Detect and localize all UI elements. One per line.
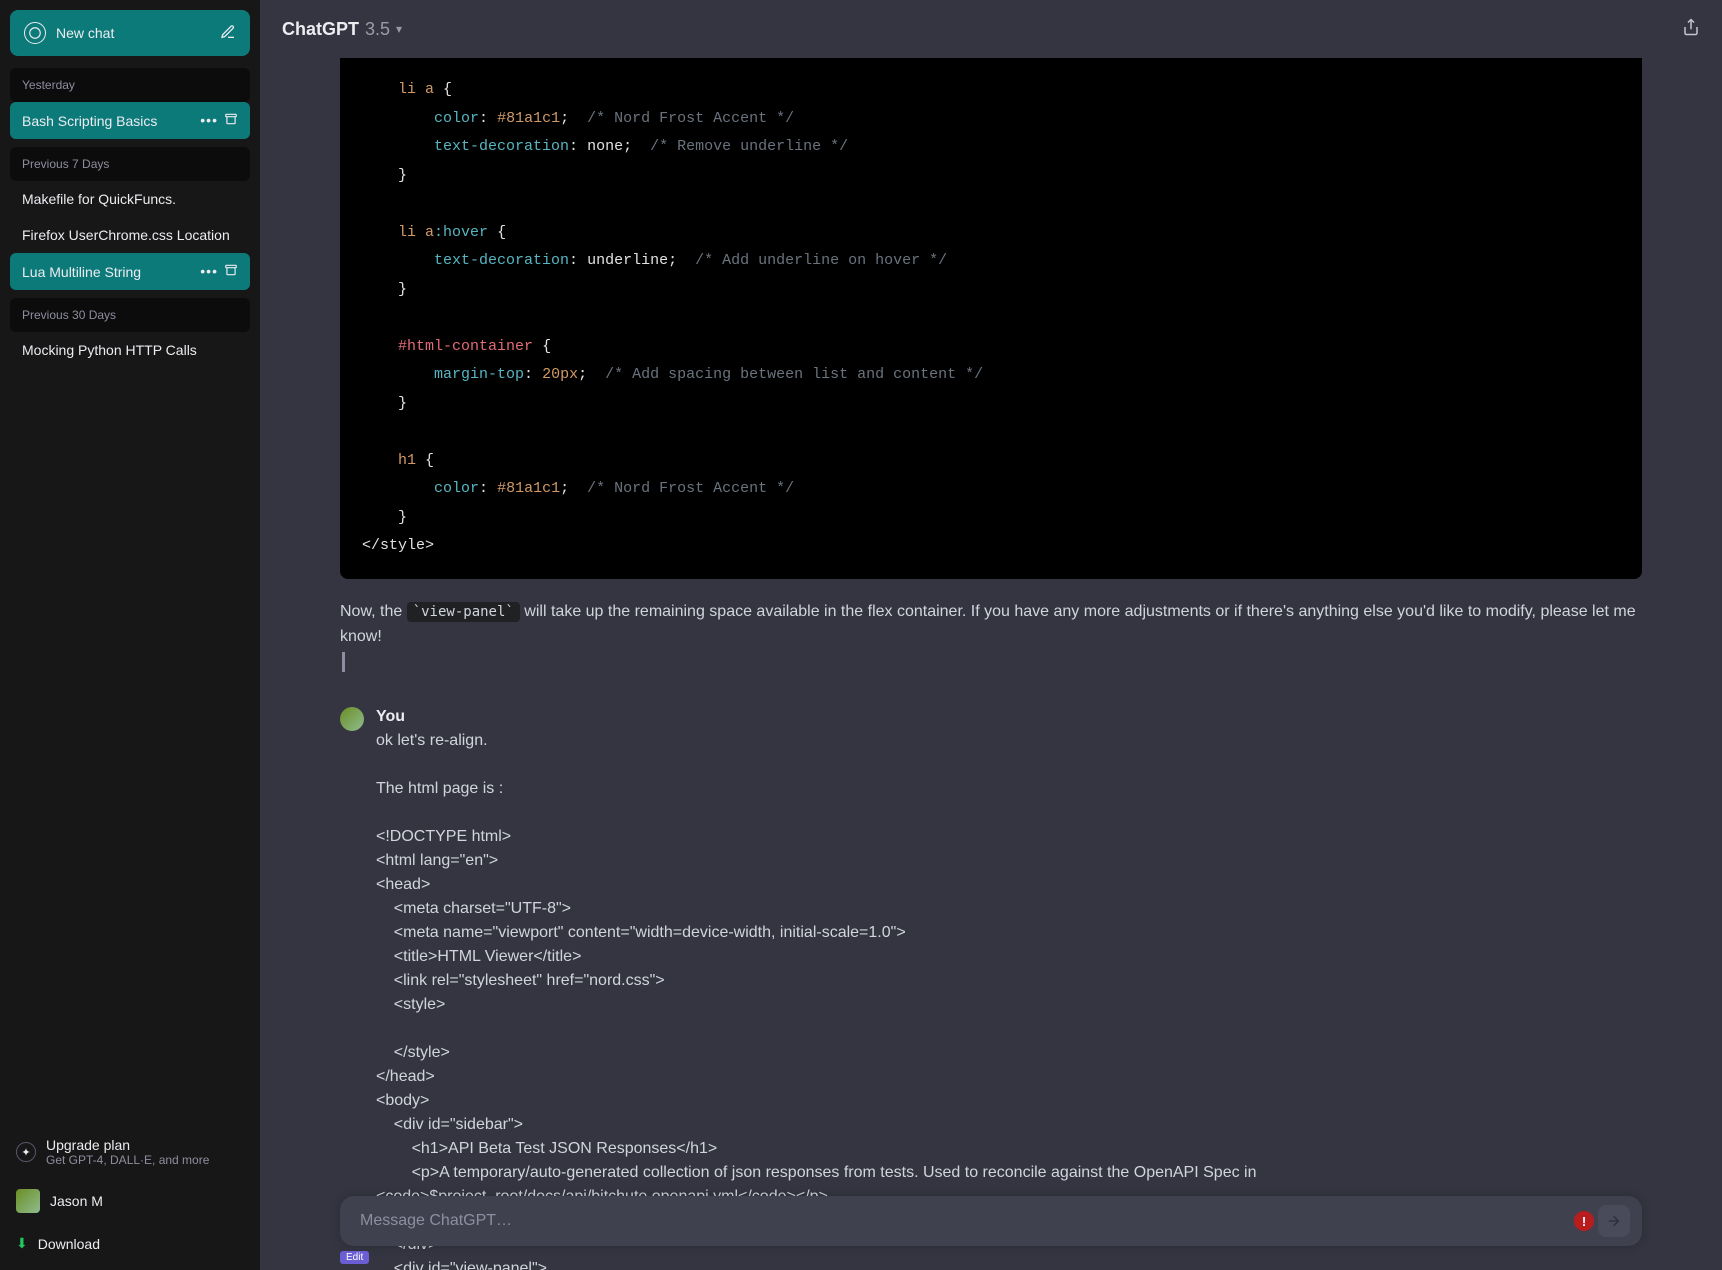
user-label: You: [376, 705, 1642, 729]
user-message-line: <meta charset="UTF-8">: [376, 897, 1642, 921]
sidebar-chat-item[interactable]: Firefox UserChrome.css Location: [10, 217, 250, 253]
user-message-line: ok let's re-align.: [376, 729, 1642, 753]
model-version[interactable]: 3.5: [365, 19, 390, 40]
user-message-line: <head>: [376, 873, 1642, 897]
header: ChatGPT 3.5 ▾: [260, 0, 1722, 58]
sidebar-chat-label: Firefox UserChrome.css Location: [22, 227, 238, 243]
user-message-line: <meta name="viewport" content="width=dev…: [376, 921, 1642, 945]
user-avatar-icon: [16, 1189, 40, 1213]
new-chat-button[interactable]: New chat: [10, 10, 250, 56]
download-label: Download: [38, 1236, 100, 1252]
upgrade-title: Upgrade plan: [46, 1137, 209, 1153]
sidebar-chat-label: Makefile for QuickFuncs.: [22, 191, 238, 207]
code-block[interactable]: li a { color: #81a1c1; /* Nord Frost Acc…: [340, 58, 1642, 579]
user-message-line: The html page is :: [376, 777, 1642, 801]
main-panel: ChatGPT 3.5 ▾ li a { color: #81a1c1; /* …: [260, 0, 1722, 1270]
sidebar-chat-label: Lua Multiline String: [22, 264, 194, 280]
user-message-line: <h1>API Beta Test JSON Responses</h1>: [376, 1137, 1642, 1161]
send-button[interactable]: [1598, 1205, 1630, 1237]
download-arrow-icon: ⬇: [16, 1235, 28, 1252]
conversation-scroll[interactable]: li a { color: #81a1c1; /* Nord Frost Acc…: [260, 58, 1722, 1270]
edit-mode-badge: Edit: [340, 1251, 369, 1264]
user-name: Jason M: [50, 1193, 103, 1209]
sidebar-chat-label: Bash Scripting Basics: [22, 113, 194, 129]
new-chat-label: New chat: [56, 25, 114, 41]
archive-icon[interactable]: [224, 112, 238, 129]
warning-badge-icon[interactable]: !: [1574, 1211, 1594, 1231]
upgrade-subtitle: Get GPT-4, DALL·E, and more: [46, 1153, 209, 1167]
sidebar-section-header: Yesterday: [10, 68, 250, 102]
user-message-line: <html lang="en">: [376, 849, 1642, 873]
sidebar-section-header: Previous 7 Days: [10, 147, 250, 181]
user-message-line: <style>: [376, 993, 1642, 1017]
user-message-line: <div id="view-panel">: [376, 1257, 1642, 1270]
user-message-line: [376, 1017, 1642, 1041]
user-message-line: <title>HTML Viewer</title>: [376, 945, 1642, 969]
user-message: You ok let's re-align. The html page is …: [340, 705, 1642, 1270]
user-message-line: [376, 753, 1642, 777]
share-icon[interactable]: [1682, 18, 1700, 41]
message-input[interactable]: [360, 1212, 1590, 1230]
chevron-down-icon[interactable]: ▾: [396, 22, 402, 36]
text-cursor: [342, 652, 345, 672]
download-button[interactable]: ⬇ Download: [10, 1227, 250, 1260]
sidebar-footer: ✦ Upgrade plan Get GPT-4, DALL·E, and mo…: [10, 1119, 250, 1260]
user-message-line: <body>: [376, 1089, 1642, 1113]
sidebar-chat-item[interactable]: Bash Scripting Basics •••: [10, 102, 250, 139]
user-message-line: <link rel="stylesheet" href="nord.css">: [376, 969, 1642, 993]
model-name[interactable]: ChatGPT: [282, 19, 359, 40]
assistant-text: Now, the `view-panel` will take up the r…: [340, 599, 1642, 676]
sidebar-chat-item[interactable]: Mocking Python HTTP Calls: [10, 332, 250, 368]
compose-icon[interactable]: [220, 24, 236, 43]
user-message-line: </head>: [376, 1065, 1642, 1089]
openai-logo-icon: [24, 22, 46, 44]
sidebar-chat-label: Mocking Python HTTP Calls: [22, 342, 238, 358]
chat-menu-icon[interactable]: •••: [200, 263, 218, 280]
user-message-line: [376, 801, 1642, 825]
assistant-text-before: Now, the: [340, 603, 407, 620]
user-profile-button[interactable]: Jason M: [10, 1181, 250, 1221]
sidebar-section-header: Previous 30 Days: [10, 298, 250, 332]
sidebar: New chat Yesterday Bash Scripting Basics •…: [0, 0, 260, 1270]
sparkle-icon: ✦: [16, 1142, 36, 1162]
user-message-line: <div id="sidebar">: [376, 1113, 1642, 1137]
user-message-line: <!DOCTYPE html>: [376, 825, 1642, 849]
upgrade-plan-button[interactable]: ✦ Upgrade plan Get GPT-4, DALL·E, and mo…: [10, 1129, 250, 1175]
user-message-line: </style>: [376, 1041, 1642, 1065]
user-message-avatar: [340, 707, 364, 731]
sidebar-chat-item[interactable]: Lua Multiline String •••: [10, 253, 250, 290]
chat-menu-icon[interactable]: •••: [200, 112, 218, 129]
archive-icon[interactable]: [224, 263, 238, 280]
message-input-bar[interactable]: !: [340, 1196, 1642, 1246]
assistant-text-after: will take up the remaining space availab…: [340, 603, 1636, 646]
assistant-inline-code: `view-panel`: [407, 602, 520, 622]
sidebar-chat-item[interactable]: Makefile for QuickFuncs.: [10, 181, 250, 217]
